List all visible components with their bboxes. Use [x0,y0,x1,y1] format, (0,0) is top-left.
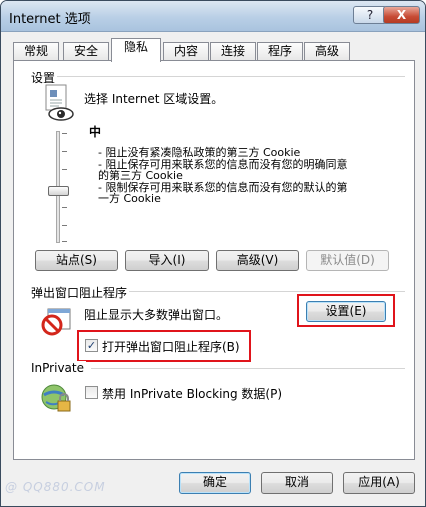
inprivate-globe-lock-icon [41,384,71,412]
privacy-level: 中 [89,125,102,139]
title-bar[interactable]: Internet 选项 ? X [1,1,425,32]
sites-button[interactable]: 站点(S) [35,250,118,271]
slider-tick [62,133,67,134]
desc-line: - 阻止没有紧凑隐私政策的第三方 Cookie [98,146,301,159]
inprivate-group-line [91,368,405,369]
cancel-button[interactable]: 取消 [261,472,333,494]
inprivate-heading: InPrivate [29,361,86,375]
desc-line: 的第三方 Cookie [98,169,183,182]
privacy-slider-thumb[interactable] [48,186,69,196]
site-watermark: @ QQ880.COM [5,480,106,494]
tab-programs[interactable]: 程序 [257,42,303,61]
tab-general[interactable]: 常规 [13,42,59,61]
privacy-panel: 设置 选择 Internet 区域设置。 中 - 阻止没有紧凑隐私政策的第三方 … [13,60,415,460]
slider-tick [62,207,67,208]
slider-tick [62,241,67,242]
slider-tick [62,151,67,152]
ok-button[interactable]: 确定 [179,472,251,494]
privacy-description: - 阻止没有紧凑隐私政策的第三方 Cookie - 阻止保存可用来联系您的信息而… [98,147,378,205]
window-title: Internet 选项 [9,12,91,27]
slider-tick [62,169,67,170]
tab-security[interactable]: 安全 [63,42,109,61]
import-button[interactable]: 导入(I) [125,250,209,271]
default-button[interactable]: 默认值(D) [306,250,389,271]
tab-privacy[interactable]: 隐私 [111,38,161,62]
inprivate-blocking-label[interactable]: 禁用 InPrivate Blocking 数据(P) [102,385,282,402]
tab-connections[interactable]: 连接 [210,42,256,61]
popup-settings-button[interactable]: 设置(E) [306,301,386,322]
popup-blocker-checkbox[interactable]: ✓ [85,339,98,352]
settings-group-line [50,76,405,77]
zone-prompt: 选择 Internet 区域设置。 [84,92,224,106]
popup-blocked-icon [41,308,71,336]
advanced-button[interactable]: 高级(V) [216,250,299,271]
popup-heading: 弹出窗口阻止程序 [29,284,130,301]
help-button[interactable]: ? [353,6,387,24]
internet-options-dialog: Internet 选项 ? X 常规 安全 隐私 内容 连接 程序 高级 设置 … [0,0,426,507]
popup-description: 阻止显示大多数弹出窗口。 [84,308,229,322]
apply-button[interactable]: 应用(A) [343,472,415,494]
privacy-document-eye-icon [45,84,74,121]
close-button[interactable]: X [383,6,420,24]
slider-tick [62,225,67,226]
inprivate-blocking-checkbox[interactable] [85,386,98,399]
tab-content[interactable]: 内容 [163,42,209,61]
desc-line: 一方 Cookie [98,192,161,205]
tab-advanced[interactable]: 高级 [304,42,350,61]
popup-blocker-label[interactable]: 打开弹出窗口阻止程序(B) [102,338,240,355]
popup-group-line [125,291,405,292]
